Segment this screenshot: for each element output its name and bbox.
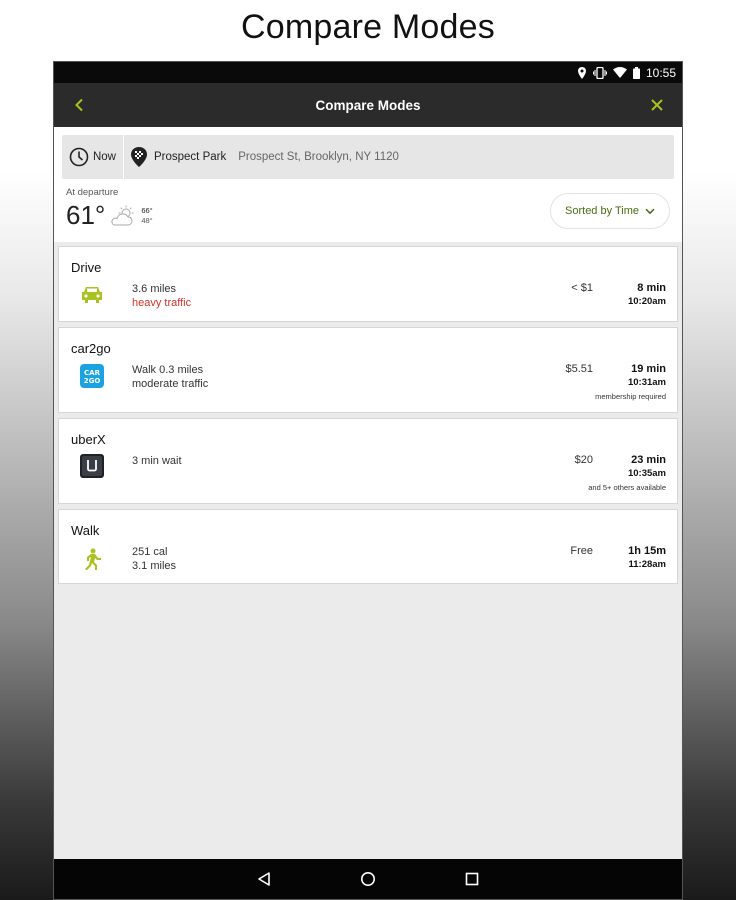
mode-details: Walk 0.3 miles moderate traffic (132, 363, 208, 391)
mode-cost: $5.51 (565, 363, 593, 375)
mode-arrival: 11:28am (628, 559, 666, 570)
mode-arrival: 10:20am (627, 296, 666, 307)
location-icon (577, 66, 587, 79)
destination-address: Prospect St, Brooklyn, NY 1120 (238, 151, 399, 163)
chevron-left-icon (75, 98, 83, 112)
mode-duration: 1h 15m (628, 545, 666, 557)
mode-card-uberx[interactable]: uberX 3 min wait $20 23 min 10:35am and … (58, 418, 678, 504)
mode-distance: 3.6 miles (132, 283, 177, 295)
traffic-status: moderate traffic (132, 378, 209, 390)
nav-back-button[interactable] (252, 867, 276, 891)
weather-label: At departure (66, 187, 119, 198)
promo-title: Compare Modes (241, 8, 495, 46)
close-icon (651, 99, 663, 111)
mode-cost: Free (570, 545, 593, 557)
app-bar-title: Compare Modes (315, 97, 421, 113)
mode-cost: < $1 (571, 282, 593, 294)
walk-icon (79, 546, 105, 572)
mode-name: Drive (71, 260, 102, 275)
chevron-down-icon (645, 208, 655, 214)
back-button[interactable] (68, 94, 90, 116)
mode-card-walk[interactable]: Walk 251 cal 3.1 miles Free 1h 15m 11:28… (58, 509, 678, 584)
mode-distance: 3.1 miles (132, 560, 177, 572)
mode-name: car2go (71, 341, 111, 356)
wifi-icon (612, 67, 627, 78)
mode-list: Drive 3.6 miles heavy traffic < $1 8 min… (54, 242, 682, 584)
mode-cost: $20 (574, 454, 593, 466)
mode-duration: 8 min (637, 282, 666, 294)
close-button[interactable] (646, 94, 668, 116)
sort-button[interactable]: Sorted by Time (550, 193, 670, 229)
temperature-low: 48° (141, 215, 153, 225)
status-bar: 10:55 (54, 62, 682, 83)
destination-pin-icon (131, 147, 147, 167)
mode-name: Walk (71, 523, 100, 538)
svg-text:2GO: 2GO (84, 377, 101, 385)
trip-header: Now Prospect Park Prospect St, Brooklyn,… (54, 127, 682, 242)
mode-details: 3 min wait (132, 454, 182, 468)
departure-time-label: Now (92, 151, 116, 163)
app-bar: Compare Modes (54, 83, 682, 127)
mode-details: 251 cal 3.1 miles (132, 545, 176, 573)
recents-square-icon (465, 872, 479, 886)
nav-home-button[interactable] (356, 867, 380, 891)
wait-time: 3 min wait (132, 455, 182, 467)
system-nav-bar (54, 859, 682, 899)
car-icon (79, 281, 105, 307)
device-screen: 10:55 Compare Modes Now Prospect Park Pr… (53, 61, 683, 900)
mode-card-drive[interactable]: Drive 3.6 miles heavy traffic < $1 8 min… (58, 246, 678, 322)
sort-label: Sorted by Time (565, 205, 639, 217)
car2go-icon: CAR 2GO (79, 363, 105, 389)
mode-card-car2go[interactable]: car2go CAR 2GO Walk 0.3 miles moderate tr… (58, 327, 678, 413)
partly-cloudy-icon (111, 205, 134, 225)
weather-row: At departure 61° 66° 48° Sorted by Time (62, 179, 674, 231)
temperature-high: 66° (141, 205, 153, 215)
home-circle-icon (361, 872, 375, 886)
mode-duration: 23 min (631, 454, 666, 466)
mode-details: 3.6 miles heavy traffic (132, 282, 191, 310)
mode-note: and 5+ others available (588, 483, 666, 492)
traffic-status: heavy traffic (132, 297, 192, 309)
uber-icon (79, 453, 105, 479)
temperature-range: 66° 48° (141, 206, 152, 226)
back-triangle-icon (258, 872, 270, 886)
mode-arrival: 10:31am (627, 377, 666, 388)
trip-search-bar: Now Prospect Park Prospect St, Brooklyn,… (62, 135, 674, 179)
battery-icon (632, 66, 640, 79)
mode-duration: 19 min (631, 363, 666, 375)
temperature: 61° (66, 200, 106, 230)
svg-text:CAR: CAR (84, 369, 101, 377)
departure-time-button[interactable]: Now (62, 135, 124, 179)
nav-recents-button[interactable] (460, 867, 484, 891)
clock-icon (69, 147, 89, 167)
weather-main: 61° 66° 48° (66, 200, 153, 231)
destination-name: Prospect Park (154, 151, 227, 163)
mode-arrival: 10:35am (627, 468, 666, 479)
weather-block: At departure 61° 66° 48° (66, 187, 153, 231)
calories: 251 cal (132, 546, 168, 558)
vibrate-icon (592, 66, 607, 79)
mode-note: membership required (595, 392, 666, 401)
status-time: 10:55 (645, 65, 676, 80)
walk-distance: Walk 0.3 miles (132, 364, 204, 376)
destination-field[interactable]: Prospect Park Prospect St, Brooklyn, NY … (124, 135, 674, 179)
mode-name: uberX (71, 432, 106, 447)
